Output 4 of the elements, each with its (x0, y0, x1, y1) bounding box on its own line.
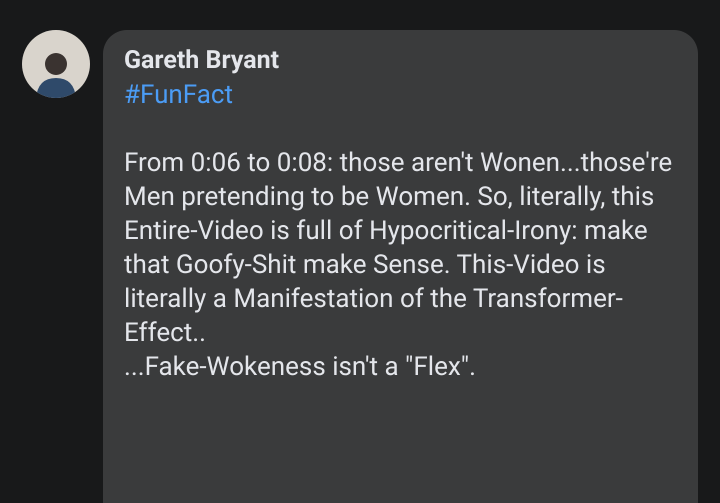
comment-text: From 0:06 to 0:08: those aren't Wonen...those're Men pretending to be Women. So, literally, this Entire-Video is full of Hypocritical-Irony: make that Goofy-Shit make Sense. This-Video is literally a Manifestation of the Transformer-Effect.. (124, 147, 674, 350)
author-name[interactable]: Gareth Bryant (124, 44, 686, 78)
hashtag-link[interactable]: #FunFact (124, 78, 233, 112)
comment-text: ...Fake-Wokeness isn't a "Flex". (124, 351, 477, 384)
